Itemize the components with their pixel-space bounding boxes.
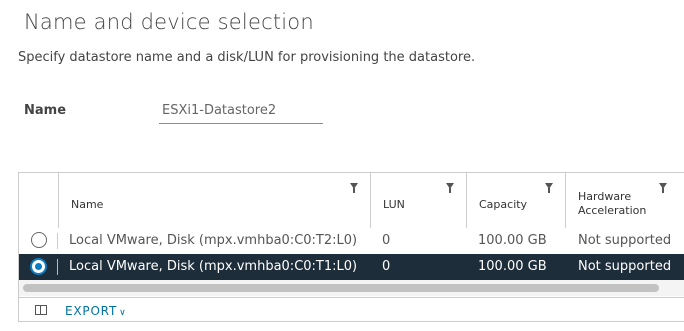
column-header-capacity[interactable]: Capacity bbox=[466, 173, 565, 228]
page-description: Specify datastore name and a disk/LUN fo… bbox=[18, 50, 476, 65]
scrollbar-thumb[interactable] bbox=[23, 284, 659, 292]
row-name-cell: Local VMware, Disk (mpx.vmhba0:C0:T1:L0) bbox=[69, 259, 358, 274]
grid-footer: EXPORT ∨ bbox=[19, 297, 684, 324]
row-capacity-cell: 100.00 GB bbox=[478, 233, 547, 248]
select-column-header bbox=[19, 173, 58, 228]
filter-icon[interactable] bbox=[545, 183, 553, 193]
table-row[interactable]: Local VMware, Disk (mpx.vmhba0:C0:T1:L0)… bbox=[19, 254, 684, 280]
column-header-lun-label: LUN bbox=[383, 198, 405, 211]
column-header-capacity-label: Capacity bbox=[479, 198, 528, 211]
column-header-lun[interactable]: LUN bbox=[370, 173, 466, 228]
table-row[interactable]: Local VMware, Disk (mpx.vmhba0:C0:T2:L0)… bbox=[19, 228, 684, 255]
row-name-cell: Local VMware, Disk (mpx.vmhba0:C0:T2:L0) bbox=[69, 233, 358, 248]
column-header-hardware-acceleration[interactable]: Hardware Acceleration bbox=[565, 173, 684, 228]
horizontal-scrollbar[interactable] bbox=[19, 280, 684, 296]
export-button[interactable]: EXPORT ∨ bbox=[65, 304, 126, 318]
row-divider bbox=[57, 259, 58, 275]
filter-icon[interactable] bbox=[659, 183, 667, 193]
chevron-down-icon: ∨ bbox=[119, 308, 127, 318]
grid-header: Name LUN Capacity Hardware Acceleration bbox=[19, 173, 684, 229]
page-title: Name and device selection bbox=[24, 10, 314, 34]
row-capacity-cell: 100.00 GB bbox=[478, 259, 547, 274]
row-select-radio[interactable] bbox=[30, 258, 47, 275]
row-divider bbox=[57, 233, 58, 249]
export-label: EXPORT bbox=[65, 304, 118, 318]
row-select-radio[interactable] bbox=[31, 232, 47, 248]
device-grid: Name LUN Capacity Hardware Acceleration … bbox=[18, 172, 684, 322]
column-header-name[interactable]: Name bbox=[58, 173, 370, 228]
name-label: Name bbox=[24, 103, 67, 118]
column-header-hardware-acceleration-label: Hardware Acceleration bbox=[578, 190, 647, 217]
row-hw-accel-cell: Not supported bbox=[578, 259, 672, 274]
filter-icon[interactable] bbox=[446, 183, 454, 193]
filter-icon[interactable] bbox=[350, 183, 358, 193]
column-header-name-label: Name bbox=[71, 198, 104, 211]
row-hw-accel-cell: Not supported bbox=[578, 233, 672, 248]
row-lun-cell: 0 bbox=[382, 259, 391, 274]
columns-icon[interactable] bbox=[35, 305, 47, 315]
row-lun-cell: 0 bbox=[382, 233, 391, 248]
datastore-name-input[interactable] bbox=[159, 98, 323, 124]
